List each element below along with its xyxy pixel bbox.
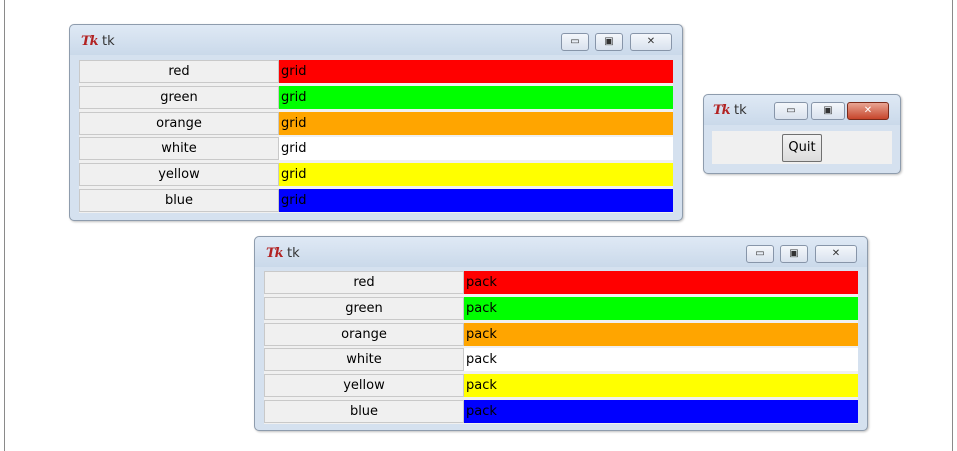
- close-button[interactable]: ✕: [630, 33, 672, 51]
- row-label: white: [264, 348, 464, 371]
- row-value: pack: [464, 271, 858, 294]
- row-value: pack: [464, 297, 858, 320]
- row-label: white: [79, 137, 279, 160]
- row-label: blue: [79, 189, 279, 212]
- row-label: yellow: [264, 374, 464, 397]
- table-row: red grid: [79, 60, 673, 83]
- row-label: green: [264, 297, 464, 320]
- row-label: orange: [79, 112, 279, 135]
- row-label: green: [79, 86, 279, 109]
- row-label: orange: [264, 323, 464, 346]
- table-row: orange grid: [79, 112, 673, 135]
- table-row: yellow pack: [264, 374, 858, 397]
- table-row: yellow grid: [79, 163, 673, 186]
- tk-logo-icon: Tk: [81, 34, 99, 49]
- row-value: grid: [279, 137, 673, 160]
- row-label: yellow: [79, 163, 279, 186]
- row-label: blue: [264, 400, 464, 423]
- row-value: pack: [464, 348, 858, 371]
- pack-window-titlebar[interactable]: Tk tk ▭ ▣ ✕: [255, 237, 867, 267]
- row-value: grid: [279, 112, 673, 135]
- grid-window-content: red grid green grid orange grid white gr…: [79, 60, 673, 213]
- row-value: grid: [279, 60, 673, 83]
- grid-window: Tk tk ▭ ▣ ✕ red grid green grid orange g…: [69, 24, 683, 221]
- grid-window-titlebar[interactable]: Tk tk ▭ ▣ ✕: [70, 25, 682, 55]
- quit-window-content: Quit: [712, 131, 892, 164]
- table-row: white pack: [264, 348, 858, 371]
- quit-window: Tk tk ▭ ▣ ✕ Quit: [703, 94, 901, 174]
- close-button[interactable]: ✕: [815, 245, 857, 263]
- table-row: red pack: [264, 271, 858, 294]
- row-value: pack: [464, 374, 858, 397]
- row-value: grid: [279, 189, 673, 212]
- table-row: green grid: [79, 86, 673, 109]
- row-value: pack: [464, 323, 858, 346]
- row-label: red: [264, 271, 464, 294]
- table-row: white grid: [79, 137, 673, 160]
- quit-button[interactable]: Quit: [782, 134, 822, 162]
- window-title: tk: [734, 103, 747, 118]
- tk-logo-icon: Tk: [266, 246, 284, 261]
- maximize-button[interactable]: ▣: [811, 102, 845, 120]
- tk-logo-icon: Tk: [713, 103, 731, 118]
- table-row: blue pack: [264, 400, 858, 423]
- pack-window: Tk tk ▭ ▣ ✕ red pack green pack orange p…: [254, 236, 868, 431]
- table-row: green pack: [264, 297, 858, 320]
- maximize-button[interactable]: ▣: [595, 33, 623, 51]
- window-title: tk: [287, 246, 300, 261]
- row-label: red: [79, 60, 279, 83]
- row-value: grid: [279, 86, 673, 109]
- row-value: grid: [279, 163, 673, 186]
- close-button[interactable]: ✕: [847, 102, 889, 120]
- window-title: tk: [102, 34, 115, 49]
- maximize-button[interactable]: ▣: [780, 245, 808, 263]
- minimize-button[interactable]: ▭: [561, 33, 589, 51]
- table-row: orange pack: [264, 323, 858, 346]
- row-value: pack: [464, 400, 858, 423]
- quit-window-titlebar[interactable]: Tk tk ▭ ▣ ✕: [704, 95, 900, 125]
- table-row: blue grid: [79, 189, 673, 212]
- pack-window-content: red pack green pack orange pack white pa…: [264, 271, 858, 424]
- minimize-button[interactable]: ▭: [774, 102, 808, 120]
- minimize-button[interactable]: ▭: [746, 245, 774, 263]
